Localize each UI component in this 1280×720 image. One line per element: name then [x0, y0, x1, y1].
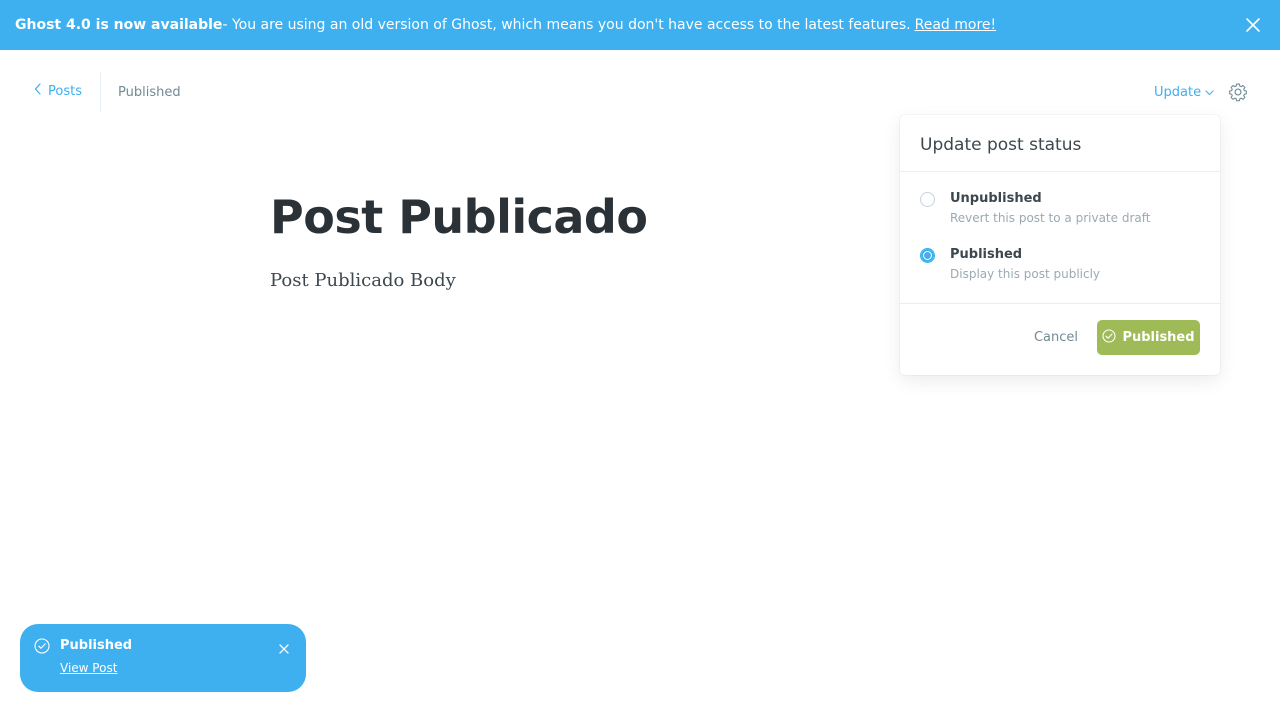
publish-confirm-button[interactable]: Published — [1097, 320, 1200, 355]
gear-icon — [1228, 83, 1248, 106]
view-post-link[interactable]: View Post — [60, 661, 117, 675]
upgrade-banner: Ghost 4.0 is now available - You are usi… — [0, 0, 1280, 50]
close-icon[interactable] — [1244, 16, 1262, 34]
banner-read-more-link[interactable]: Read more! — [915, 17, 997, 33]
unpublished-radio[interactable] — [920, 192, 935, 207]
publish-menu: Update post status Unpublished Revert th… — [900, 115, 1220, 375]
publish-menu-footer: Cancel Published — [900, 304, 1220, 374]
header-divider — [100, 72, 101, 112]
option-description: Display this post publicly — [950, 267, 1101, 281]
check-circle-icon — [1102, 328, 1116, 347]
option-title: Unpublished — [950, 191, 1042, 206]
post-body[interactable]: Post Publicado Body — [270, 270, 456, 291]
option-description: Revert this post to a private draft — [950, 211, 1151, 225]
notification-toast: Published View Post — [20, 624, 306, 692]
published-radio[interactable] — [920, 248, 935, 263]
publish-menu-title: Update post status — [900, 115, 1220, 172]
option-title: Published — [950, 247, 1023, 262]
post-title[interactable]: Post Publicado — [270, 190, 648, 244]
check-circle-icon — [34, 638, 50, 654]
update-label: Update — [1154, 85, 1202, 100]
post-status: Published — [118, 85, 181, 100]
banner-message: - You are using an old version of Ghost,… — [222, 17, 911, 33]
publish-confirm-label: Published — [1122, 330, 1195, 345]
update-dropdown-trigger[interactable]: Update — [1154, 85, 1214, 100]
close-icon[interactable] — [278, 640, 290, 654]
settings-gear-button[interactable] — [1228, 82, 1248, 102]
cancel-button[interactable]: Cancel — [1034, 330, 1078, 345]
option-unpublished[interactable]: Unpublished Revert this post to a privat… — [920, 190, 1200, 246]
chevron-left-icon — [34, 83, 42, 99]
back-to-posts-link[interactable]: Posts — [34, 83, 82, 99]
option-published[interactable]: Published Display this post publicly — [920, 246, 1200, 302]
banner-title: Ghost 4.0 is now available — [15, 17, 223, 33]
toast-title: Published — [60, 638, 133, 653]
publish-options: Unpublished Revert this post to a privat… — [900, 172, 1220, 304]
chevron-down-icon — [1205, 85, 1214, 100]
back-link-label: Posts — [48, 83, 82, 99]
